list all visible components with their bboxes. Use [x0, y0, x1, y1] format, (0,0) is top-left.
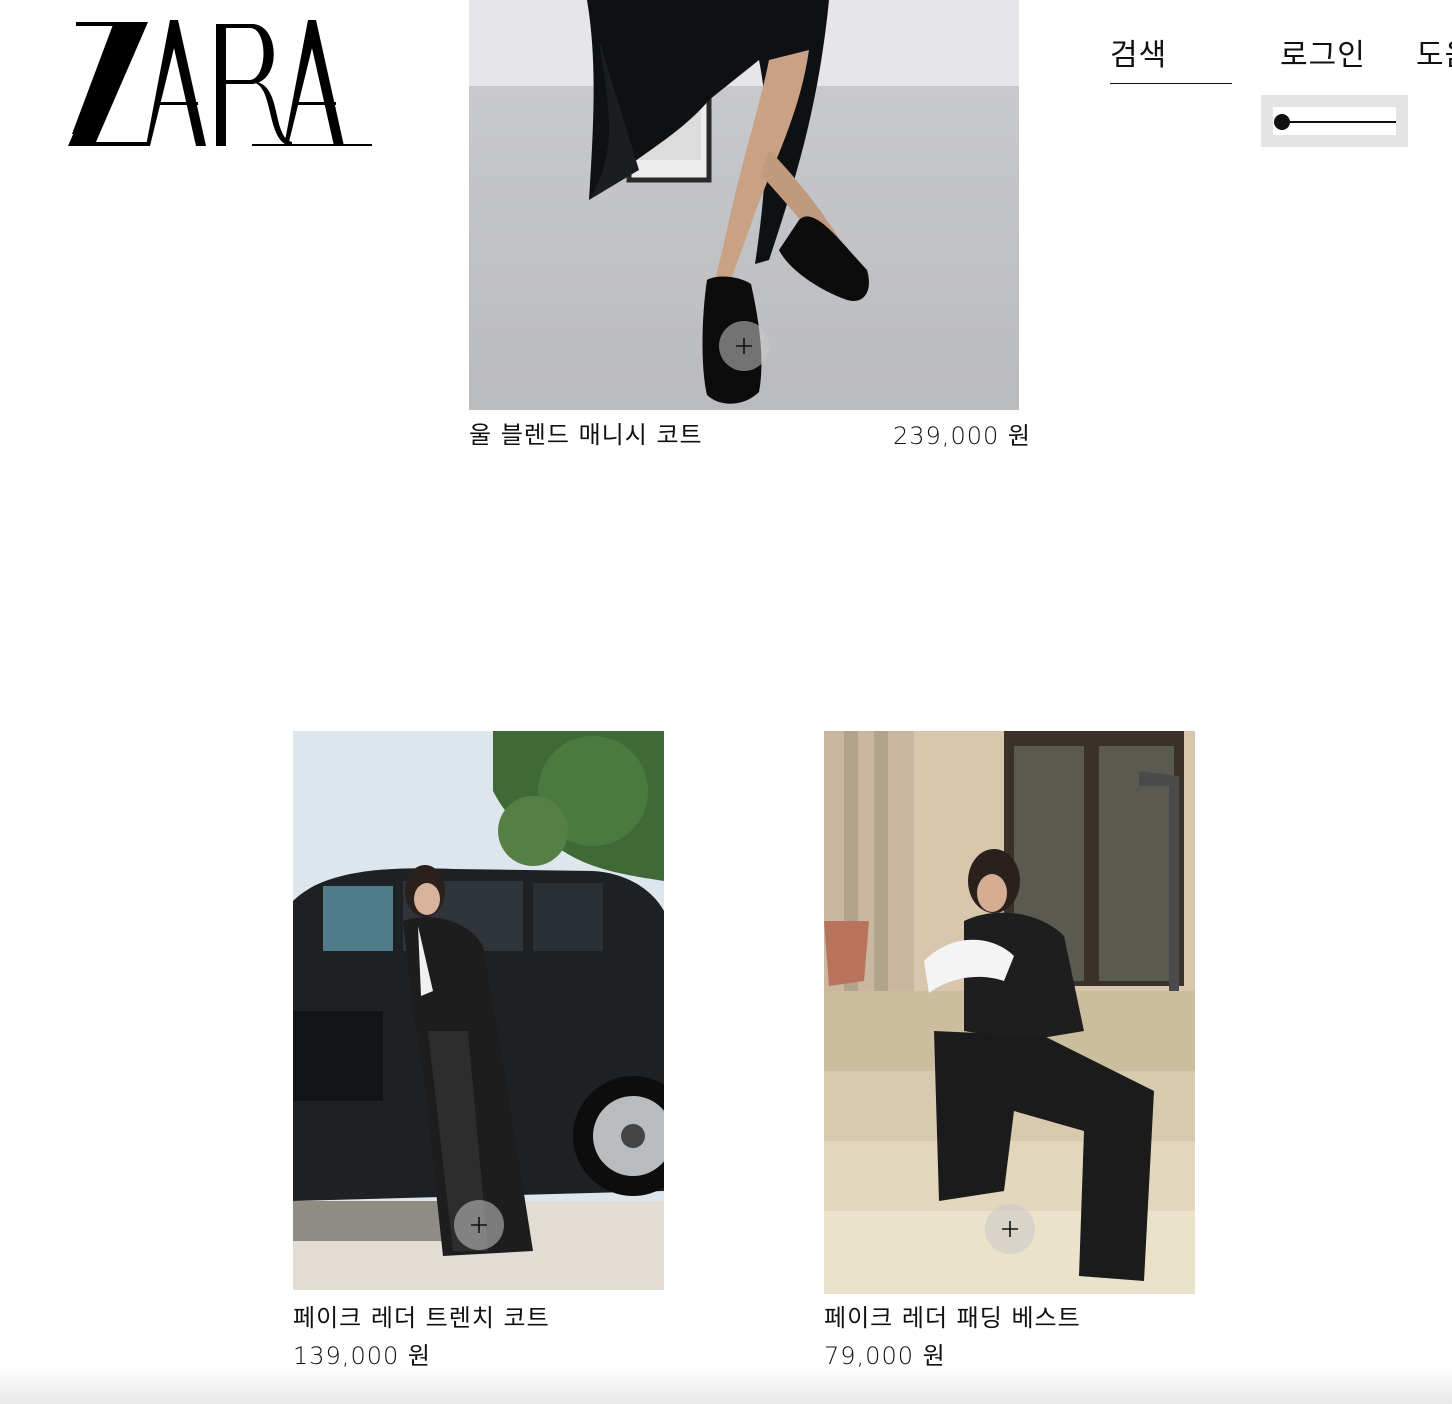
nav-help[interactable]: 도움말	[1416, 36, 1452, 76]
plus-icon	[471, 1217, 487, 1233]
product-price: 239,000 원	[893, 422, 1031, 450]
product-name[interactable]: 울 블렌드 매니시 코트	[469, 420, 703, 450]
zara-logo[interactable]	[66, 16, 378, 150]
zoom-slider-knob[interactable]	[1274, 114, 1290, 130]
product-name[interactable]: 페이크 레더 트렌치 코트	[293, 1303, 550, 1333]
plus-icon	[736, 338, 752, 354]
add-to-cart-button[interactable]	[719, 321, 769, 371]
zoom-slider-line	[1279, 121, 1396, 123]
zoom-slider	[1261, 95, 1408, 147]
footer-fade	[0, 1368, 1452, 1404]
nav-search[interactable]: 검색	[1110, 36, 1232, 84]
zoom-slider-track[interactable]	[1273, 107, 1396, 135]
product-name[interactable]: 페이크 레더 패딩 베스트	[824, 1303, 1081, 1333]
nav-login[interactable]: 로그인	[1280, 36, 1366, 76]
product-price: 79,000 원	[824, 1342, 946, 1370]
plus-icon	[1002, 1221, 1018, 1237]
add-to-cart-button[interactable]	[454, 1200, 504, 1250]
product-price: 139,000 원	[293, 1342, 431, 1370]
add-to-cart-button[interactable]	[985, 1204, 1035, 1254]
